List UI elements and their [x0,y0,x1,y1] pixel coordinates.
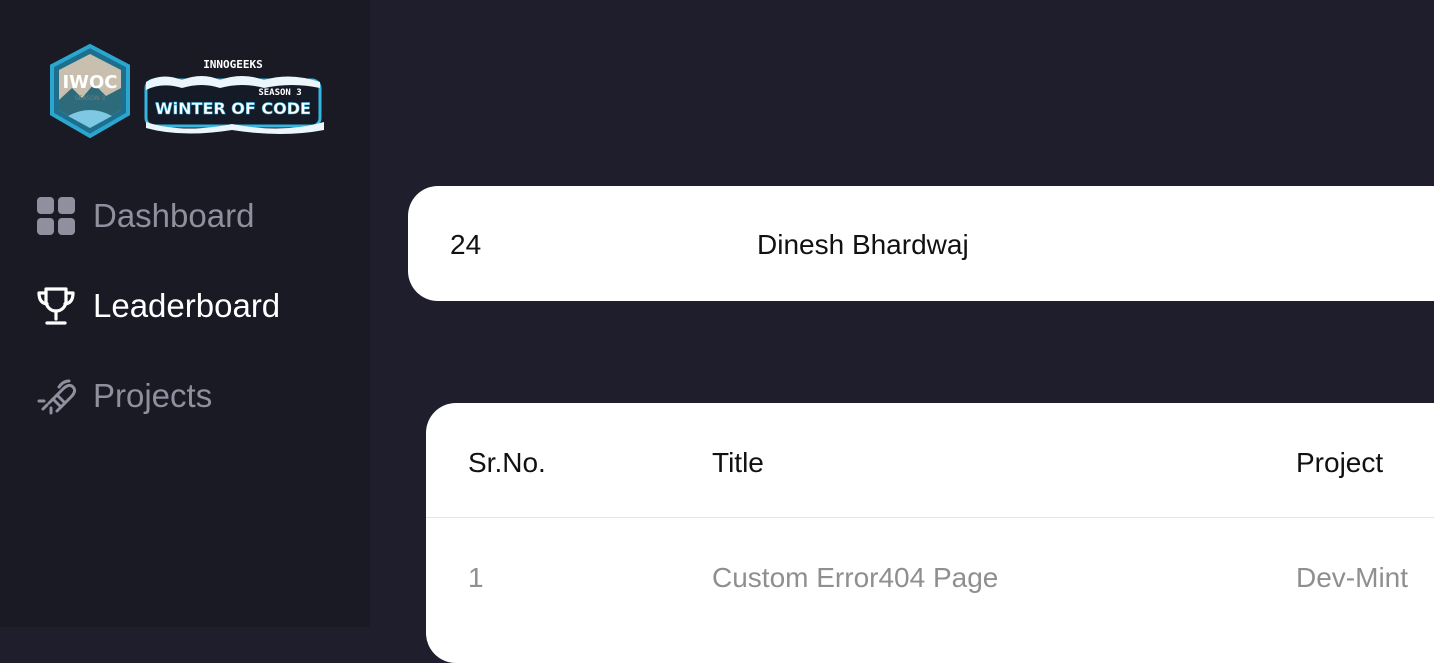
column-header-sr-no: Sr.No. [468,447,546,478]
svg-text:INNOGEEKS: INNOGEEKS [203,58,263,71]
user-name: Dinesh Bhardwaj [757,229,969,260]
column-header-title: Title [712,447,764,478]
sidebar-item-leaderboard[interactable]: Leaderboard [34,281,280,331]
user-rank: 24 [450,229,482,260]
sidebar-item-projects[interactable]: Projects [34,371,212,421]
svg-text:SEASON 3: SEASON 3 [258,88,301,98]
cell-title: Custom Error404 Page [712,562,999,593]
dashboard-icon [34,194,78,238]
iwoc-logo[interactable]: IWOC SEASON 3 INNOGEEKS SEASON 3 WiNTER … [42,38,332,148]
column-header-project: Project [1296,447,1384,478]
trophy-icon [34,284,78,328]
contributions-table: Sr.No. Title Project 1 Custom Error404 P… [426,403,1434,663]
svg-text:IWOC: IWOC [62,72,117,93]
sidebar: IWOC SEASON 3 INNOGEEKS SEASON 3 WiNTER … [0,0,370,627]
table-divider [426,517,1434,518]
cell-project: Dev-Mint [1296,562,1409,593]
svg-text:WiNTER OF CODE: WiNTER OF CODE [155,99,311,118]
svg-text:SEASON 3: SEASON 3 [75,95,106,102]
sidebar-item-label: Dashboard [93,197,255,234]
projects-icon [34,374,78,418]
sidebar-item-dashboard[interactable]: Dashboard [34,191,254,241]
sidebar-item-label: Leaderboard [93,287,281,324]
user-rank-card: 24 Dinesh Bhardwaj [408,186,1434,301]
sidebar-item-label: Projects [93,377,213,414]
cell-sr-no: 1 [468,562,484,593]
